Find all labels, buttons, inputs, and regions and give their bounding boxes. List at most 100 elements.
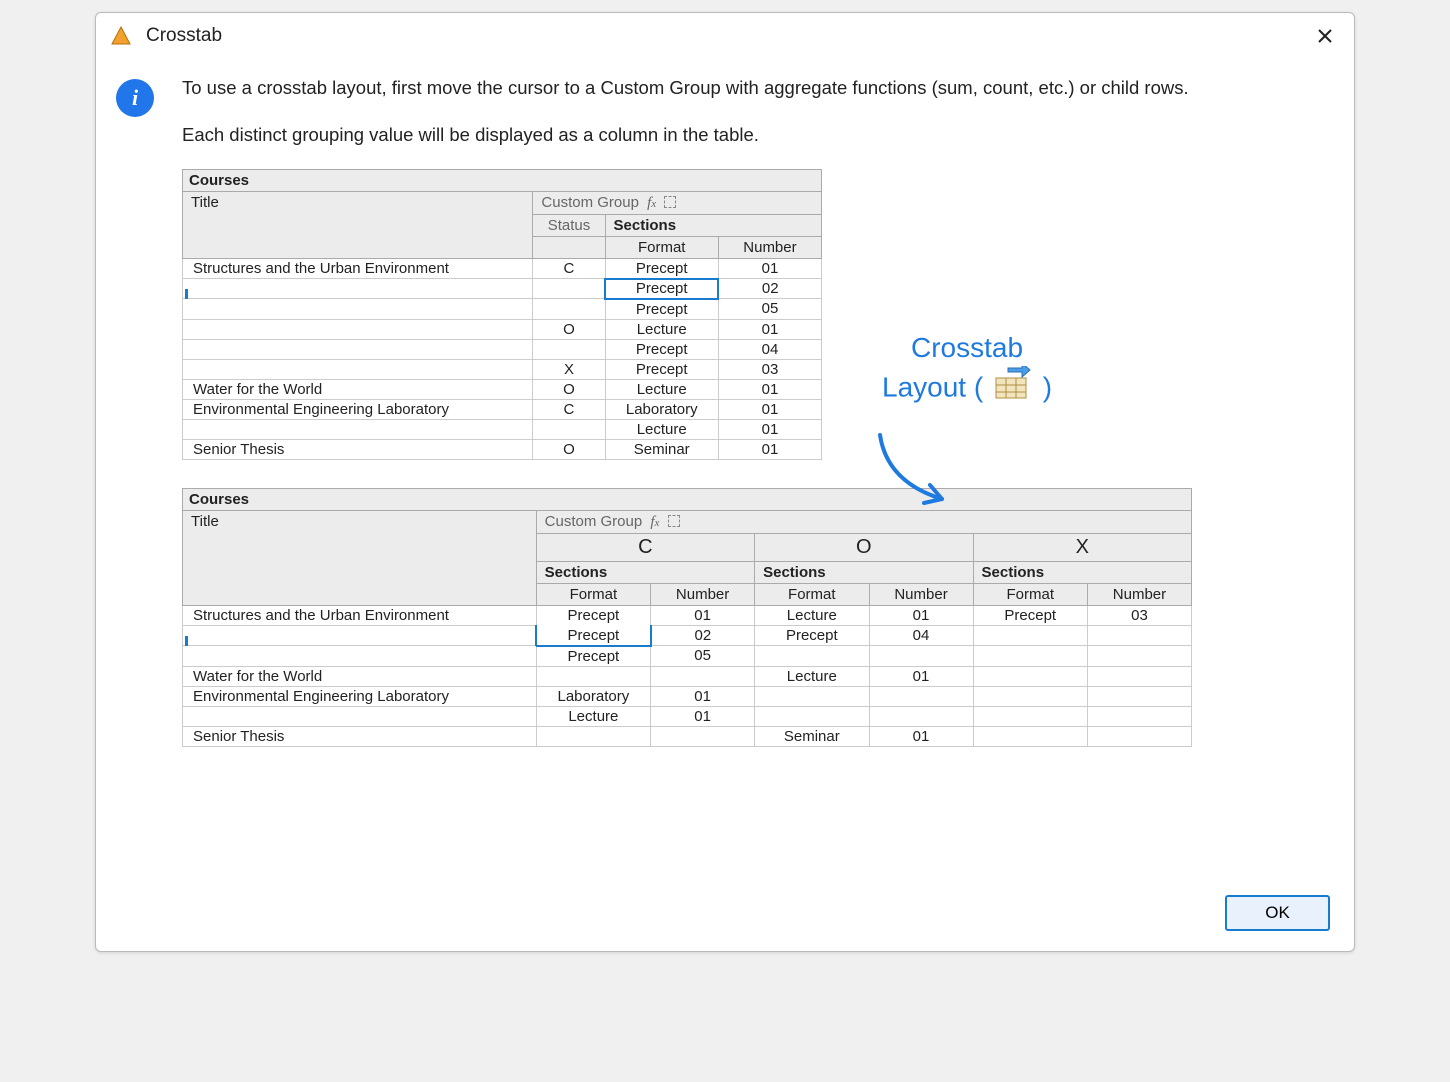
table-row-number: 02 <box>651 626 755 646</box>
table-row-format <box>973 626 1087 646</box>
number-header: Number <box>718 236 821 258</box>
table-row-status <box>533 339 605 359</box>
table-row-number: 01 <box>718 379 821 399</box>
format-header: Format <box>755 583 869 605</box>
table-row-format: Precept <box>973 605 1087 626</box>
arrow-icon <box>872 427 992 517</box>
table-row-format: Lecture <box>755 605 869 626</box>
table-row-number <box>869 646 973 667</box>
group-header-c: C <box>536 533 754 561</box>
sections-header: Sections <box>973 561 1191 583</box>
table-row-title: Water for the World <box>183 666 537 686</box>
format-header: Format <box>973 583 1087 605</box>
table-row-number: 01 <box>718 258 821 279</box>
table-row-number <box>651 726 755 746</box>
table-row-title: Senior Thesis <box>183 439 533 459</box>
table-row-title: Structures and the Urban Environment <box>183 258 533 279</box>
crosstab-layout-icon <box>993 366 1033 412</box>
table-row-format <box>973 706 1087 726</box>
crosstab-annotation: Crosstab Layout ( <box>882 329 1052 413</box>
table-row-number <box>1087 706 1191 726</box>
table-row-status: X <box>533 359 605 379</box>
status-header: Status <box>533 214 605 236</box>
fx-icon: fx <box>650 514 659 530</box>
table-row-number: 01 <box>651 706 755 726</box>
table-row-number: 01 <box>869 666 973 686</box>
table-row-format: Precept <box>536 646 650 667</box>
table-row-status: O <box>533 379 605 399</box>
table-row-number: 01 <box>651 605 755 626</box>
table-row-status: O <box>533 319 605 339</box>
table-row-title <box>183 339 533 359</box>
table-row-title: Environmental Engineering Laboratory <box>183 399 533 419</box>
table-row-number: 05 <box>718 299 821 320</box>
table-row-title <box>183 646 537 667</box>
table-row-format: Lecture <box>605 379 718 399</box>
table-row-number <box>869 706 973 726</box>
table-row-format: Lecture <box>755 666 869 686</box>
table-row-format <box>536 726 650 746</box>
dialog-content: To use a crosstab layout, first move the… <box>182 75 1294 747</box>
table-row-number: 01 <box>651 686 755 706</box>
table-row-format: Precept <box>536 626 650 646</box>
fx-icon: fx <box>647 195 656 211</box>
number-header: Number <box>651 583 755 605</box>
table-row-number: 01 <box>718 319 821 339</box>
table-row-number: 02 <box>718 279 821 299</box>
table-row-format: Seminar <box>755 726 869 746</box>
table-row-number <box>1087 726 1191 746</box>
before-table: Courses Title Custom Group fx Status Sec… <box>182 169 822 460</box>
table-row-number <box>1087 626 1191 646</box>
table-row-title: Senior Thesis <box>183 726 537 746</box>
table-row-format <box>755 686 869 706</box>
table-row-format: Precept <box>605 359 718 379</box>
table-row-title <box>183 279 533 299</box>
table-row-number: 03 <box>1087 605 1191 626</box>
title-header-2: Title <box>183 510 537 605</box>
custom-group-header: Custom Group fx <box>533 191 822 214</box>
group-header-o: O <box>755 533 973 561</box>
table-row-format: Precept <box>605 339 718 359</box>
table-row-title <box>183 319 533 339</box>
sections-header: Sections <box>605 214 821 236</box>
table-row-title <box>183 359 533 379</box>
close-button[interactable] <box>1310 21 1340 51</box>
table-row-status <box>533 419 605 439</box>
table-row-format: Laboratory <box>605 399 718 419</box>
table-row-title: Environmental Engineering Laboratory <box>183 686 537 706</box>
table-row-format <box>973 646 1087 667</box>
table-row-number: 01 <box>718 419 821 439</box>
title-header: Title <box>183 191 533 258</box>
table-row-format: Lecture <box>536 706 650 726</box>
format-header: Format <box>605 236 718 258</box>
ok-button[interactable]: OK <box>1225 895 1330 931</box>
table-row-number: 01 <box>718 399 821 419</box>
courses-header: Courses <box>183 169 822 191</box>
table-row-number: 01 <box>869 726 973 746</box>
table-row-format <box>536 666 650 686</box>
table-row-number <box>869 686 973 706</box>
app-triangle-icon <box>110 25 132 47</box>
table-row-title: Structures and the Urban Environment <box>183 605 537 626</box>
table-row-status <box>533 299 605 320</box>
custom-group-header-2: Custom Group fx <box>536 510 1191 533</box>
table-row-format: Precept <box>605 299 718 320</box>
sections-header: Sections <box>755 561 973 583</box>
table-row-format: Precept <box>605 258 718 279</box>
table-row-number: 03 <box>718 359 821 379</box>
table-row-format: Laboratory <box>536 686 650 706</box>
table-row-format <box>755 646 869 667</box>
after-table: Courses Title Custom Group fx COX Sectio… <box>182 488 1192 747</box>
table-row-format <box>755 706 869 726</box>
table-row-format: Precept <box>536 605 650 626</box>
para2: Each distinct grouping value will be dis… <box>182 122 1294 149</box>
table-row-number: 04 <box>869 626 973 646</box>
sections-header: Sections <box>536 561 754 583</box>
group-header-x: X <box>973 533 1191 561</box>
table-row-title <box>183 419 533 439</box>
table-row-status: C <box>533 399 605 419</box>
table-row-format: Lecture <box>605 419 718 439</box>
table-row-status: O <box>533 439 605 459</box>
dialog: Crosstab i To use a crosstab layout, fir… <box>95 12 1355 952</box>
table-row-title: Water for the World <box>183 379 533 399</box>
